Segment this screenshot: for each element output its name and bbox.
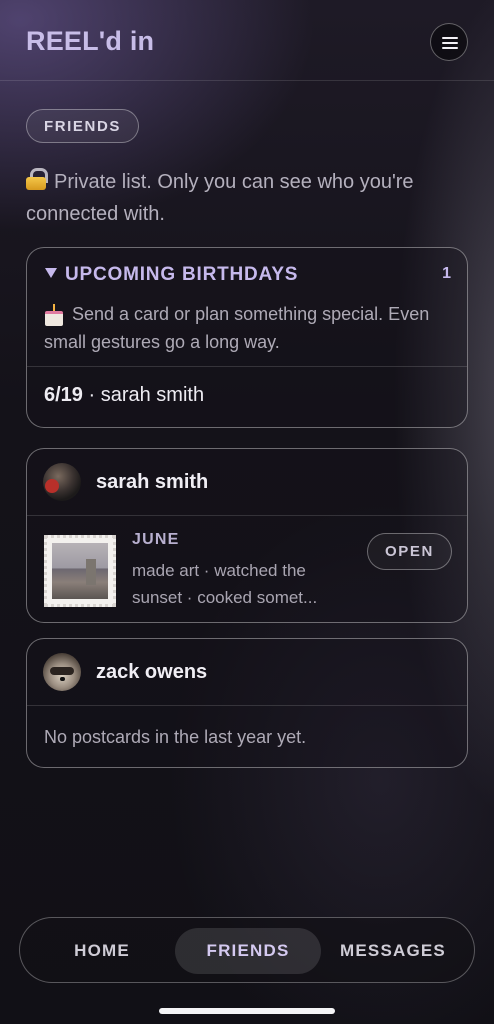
postcard-image xyxy=(52,543,108,599)
app-header: REEL'd in xyxy=(0,0,494,81)
friend-name[interactable]: sarah smith xyxy=(96,471,208,494)
collapse-triangle-icon xyxy=(45,268,57,278)
friend-card-zack-owens: zack owens No postcards in the last year… xyxy=(26,638,468,768)
empty-postcards-text: No postcards in the last year yet. xyxy=(44,727,307,747)
birthdays-card: UPCOMING BIRTHDAYS 1 Send a card or plan… xyxy=(26,247,468,428)
privacy-note: Private list. Only you can see who you'r… xyxy=(26,166,476,230)
avatar[interactable] xyxy=(43,653,81,691)
home-indicator[interactable] xyxy=(159,1008,335,1014)
nav-tab-friends[interactable]: FRIENDS xyxy=(175,928,321,974)
avatar[interactable] xyxy=(43,463,81,501)
cake-icon xyxy=(44,303,64,326)
birthdays-toggle[interactable]: UPCOMING BIRTHDAYS xyxy=(45,264,298,286)
birthdays-description: Send a card or plan something special. E… xyxy=(44,300,454,356)
open-postcard-button[interactable]: OPEN xyxy=(367,533,452,570)
birthdays-title: UPCOMING BIRTHDAYS xyxy=(65,264,299,285)
birthdays-description-text: Send a card or plan something special. E… xyxy=(44,304,430,352)
divider xyxy=(27,366,467,367)
nav-tab-messages[interactable]: MESSAGES xyxy=(326,928,460,974)
birthday-name: sarah smith xyxy=(100,384,205,406)
postcard-summary: made art · watched the sunset · cooked s… xyxy=(132,561,318,607)
bottom-nav: HOME FRIENDS MESSAGES xyxy=(19,917,475,983)
hamburger-menu-icon xyxy=(442,37,458,39)
birthday-date: 6/19 xyxy=(44,384,83,406)
app-title: REEL'd in xyxy=(26,26,155,56)
birthdays-count: 1 xyxy=(442,265,451,282)
section-label: FRIENDS xyxy=(26,109,139,143)
postcard-stamp-thumbnail[interactable] xyxy=(44,535,116,607)
menu-button[interactable] xyxy=(430,23,468,61)
postcard-month: JUNE xyxy=(132,531,180,548)
hamburger-menu-icon-line xyxy=(442,42,458,44)
lock-icon xyxy=(26,168,48,190)
privacy-text: Private list. Only you can see who you'r… xyxy=(26,171,414,225)
friend-card-sarah-smith: sarah smith JUNE made art · watched the … xyxy=(26,448,468,623)
divider xyxy=(27,705,467,706)
birthday-separator: · xyxy=(82,384,101,406)
birthday-entry: 6/19 · sarah smith xyxy=(44,384,204,407)
hamburger-menu-icon-line xyxy=(442,47,458,49)
friend-name[interactable]: zack owens xyxy=(96,661,207,684)
divider xyxy=(27,515,467,516)
nav-tab-home[interactable]: HOME xyxy=(35,928,169,974)
